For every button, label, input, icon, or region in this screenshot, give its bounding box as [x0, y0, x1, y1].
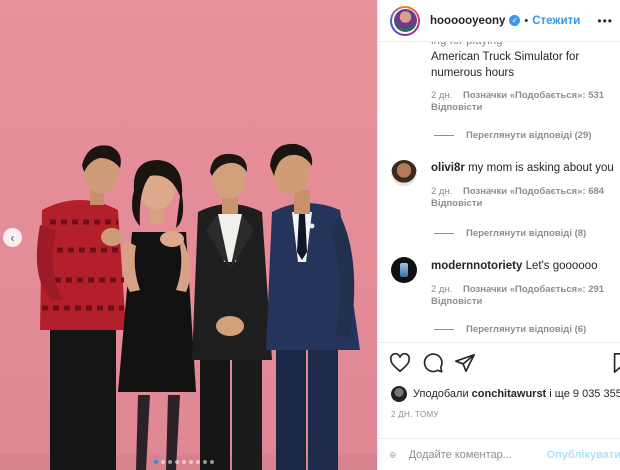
add-comment-bar: Опублікувати [378, 438, 620, 470]
comment-text: ing for playing American Truck Simulator… [431, 42, 580, 79]
comment-input[interactable] [408, 448, 539, 461]
carousel-dot [203, 460, 207, 464]
likes-summary: Уподобали conchitawurst і ще 9 035 355 [391, 386, 620, 402]
person-3 [192, 153, 272, 470]
carousel-dot [168, 460, 172, 464]
person-4 [266, 143, 360, 470]
group-photo-illustration [0, 143, 377, 470]
comment-likes[interactable]: Позначки «Подобається»: 531 [463, 90, 604, 101]
comment-text: olivi8r my mom is asking about you [431, 162, 614, 174]
comment-text: modernnotoriety Let's goooooo [431, 260, 598, 272]
carousel-dot [154, 460, 158, 464]
comment-time[interactable]: 2 дн. [431, 186, 452, 197]
post-photo[interactable]: ‹ [0, 0, 377, 470]
reply-button[interactable]: Відповісти [431, 102, 608, 114]
bookmark-icon[interactable] [612, 352, 620, 374]
comment-meta: 2 дн. Позначки «Подобається»: 291 Відпов… [431, 284, 616, 308]
view-replies-button[interactable]: Переглянути відповіді (6) [434, 324, 586, 335]
person-2 [118, 160, 196, 470]
heart-icon[interactable] [389, 352, 411, 374]
verified-badge-icon: ✓ [509, 15, 521, 26]
comment-username[interactable]: olivi8r [431, 162, 465, 174]
likes-count[interactable]: і ще 9 035 355 [549, 388, 620, 400]
comment-icon[interactable] [422, 352, 444, 374]
avatar[interactable] [391, 160, 417, 186]
carousel-indicator [154, 460, 214, 464]
more-options-icon[interactable]: ••• [597, 14, 613, 28]
publish-button[interactable]: Опублікувати [547, 449, 620, 461]
person-1 [36, 145, 126, 470]
comment-meta: 2 дн. Позначки «Подобається»: 531 Відпов… [431, 90, 616, 114]
post-time[interactable]: 2 ДН. ТОМУ [391, 410, 439, 419]
comment-likes[interactable]: Позначки «Подобається»: 684 [463, 186, 604, 197]
carousel-dot [210, 460, 214, 464]
comment-likes[interactable]: Позначки «Подобається»: 291 [463, 284, 604, 295]
follow-button[interactable]: Стежити [532, 15, 580, 27]
carousel-dot [189, 460, 193, 464]
view-replies-button[interactable]: Переглянути відповіді (8) [434, 228, 586, 239]
comment-meta: 2 дн. Позначки «Подобається»: 684 Відпов… [431, 186, 616, 210]
comment-username[interactable]: modernnotoriety [431, 260, 522, 272]
comments-list[interactable]: ing for playing American Truck Simulator… [378, 42, 620, 342]
carousel-dot [175, 460, 179, 464]
header-separator: • [524, 14, 529, 27]
reply-button[interactable]: Відповісти [431, 296, 608, 308]
comment-time[interactable]: 2 дн. [431, 90, 452, 101]
comment-time[interactable]: 2 дн. [431, 284, 452, 295]
carousel-dot [196, 460, 200, 464]
avatar[interactable] [391, 257, 417, 283]
liker-username[interactable]: conchitawurst [472, 388, 547, 400]
emoji-icon[interactable] [390, 445, 396, 465]
share-icon[interactable] [454, 352, 476, 374]
carousel-dot [161, 460, 165, 464]
avatar[interactable] [391, 386, 407, 402]
view-replies-button[interactable]: Переглянути відповіді (29) [434, 130, 592, 141]
post-side-panel: hoooooyeony ✓ • Стежити ••• ing for play… [377, 0, 620, 470]
carousel-dot [182, 460, 186, 464]
owner-username[interactable]: hoooooyeony [430, 15, 505, 27]
reply-button[interactable]: Відповісти [431, 198, 608, 210]
owner-avatar[interactable] [390, 5, 420, 36]
post-header: hoooooyeony ✓ • Стежити ••• [378, 0, 620, 42]
chevron-left-icon: ‹ [10, 230, 15, 245]
post-actions [378, 342, 620, 382]
prev-photo-button[interactable]: ‹ [3, 228, 22, 247]
